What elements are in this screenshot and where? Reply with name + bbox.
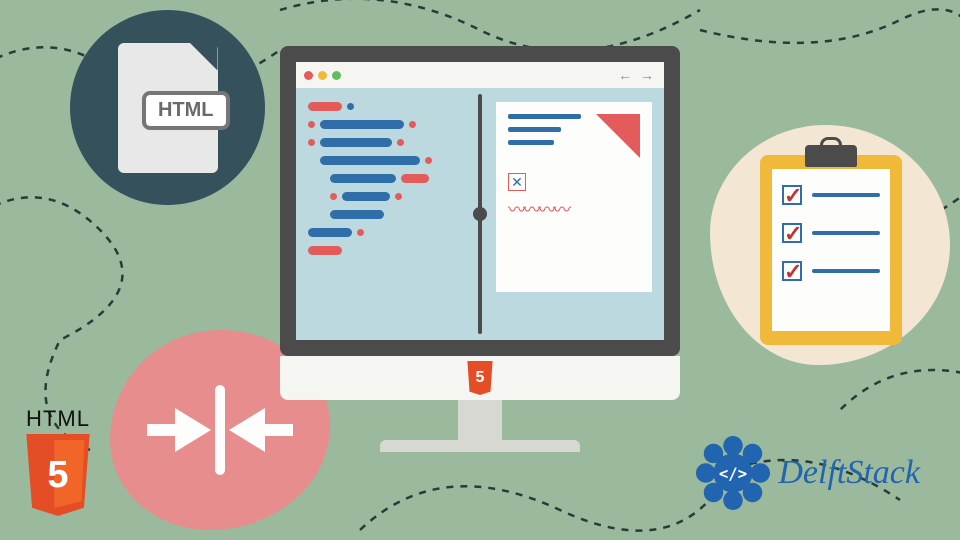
checklist-item: ✓ [782,261,880,281]
delftstack-badge-icon: </> [694,434,772,512]
pane-divider [478,94,482,334]
delftstack-text: DelftStack [778,454,920,492]
file-label: HTML [142,91,230,130]
code-pane [296,88,476,340]
preview-pane: ✕ 〰〰〰〰 [484,88,664,340]
preview-shape-icon [596,114,640,158]
svg-text:</>: </> [719,465,747,483]
collapse-horizontal-icon [147,385,293,475]
nav-arrows-icon: ← → [618,67,656,83]
checklist-item: ✓ [782,223,880,243]
html5-logo-text: HTML [22,406,94,432]
monitor-illustration: ← → [280,46,680,452]
html5-shield-large-icon: 5 [22,434,94,516]
file-document-icon: HTML [118,43,218,173]
window-titlebar: ← → [296,62,664,88]
traffic-light-min-icon [318,71,327,80]
html-file-badge: HTML [70,10,265,205]
preview-error-icon: ✕ [508,173,526,191]
clipboard-icon: ✓ ✓ ✓ [760,155,902,345]
checklist-item: ✓ [782,185,880,205]
squiggle-icon: 〰〰〰〰 [508,196,640,222]
delftstack-logo: </> DelftStack [694,434,920,512]
traffic-light-close-icon [304,71,313,80]
traffic-light-max-icon [332,71,341,80]
html5-logo: HTML 5 [22,406,94,516]
html5-shield-icon: 5 [465,361,495,395]
